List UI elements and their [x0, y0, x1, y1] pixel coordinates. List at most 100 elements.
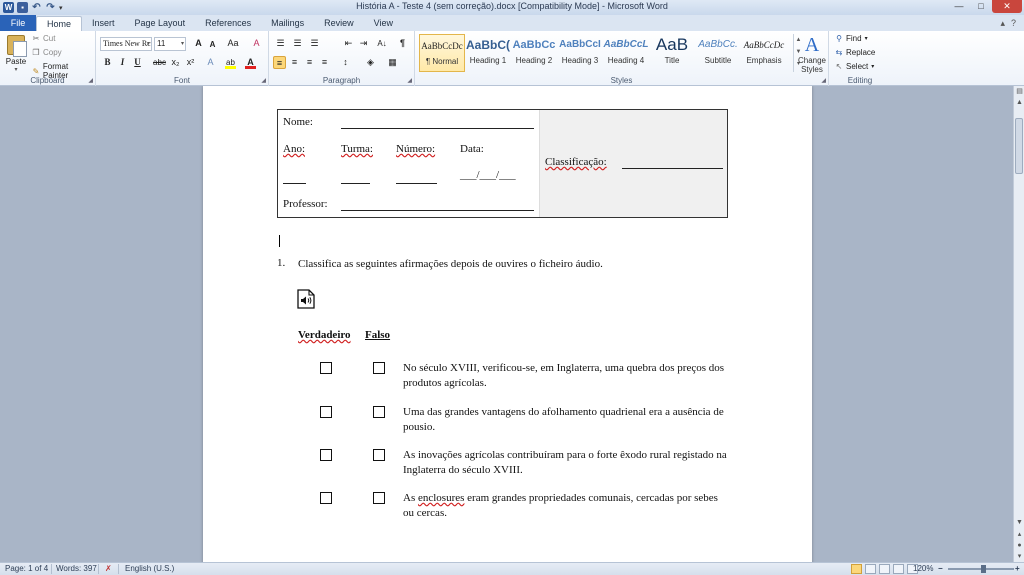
font-size-box[interactable]: 11 ▾ [154, 37, 186, 51]
tab-page-layout[interactable]: Page Layout [125, 16, 196, 31]
scroll-down-arrow[interactable]: ▼ [1014, 517, 1024, 528]
shading-button[interactable]: ◈ [364, 56, 377, 69]
next-page-icon[interactable]: ▾ [1014, 551, 1024, 562]
tab-review[interactable]: Review [314, 16, 364, 31]
style-normal[interactable]: AaBbCcDc ¶ Normal [419, 34, 465, 72]
underline-button[interactable]: U [131, 56, 144, 69]
previous-page-icon[interactable]: ▴ [1014, 529, 1024, 540]
word-app-icon[interactable]: W [3, 2, 14, 13]
checkbox-true-4[interactable] [320, 492, 332, 504]
replace-button[interactable]: ⇆ Replace [835, 48, 876, 57]
customize-qat-icon[interactable]: ▾ [59, 4, 63, 12]
maximize-button[interactable]: □ [970, 0, 992, 13]
style-heading-2[interactable]: AaBbCc Heading 2 [511, 34, 557, 72]
font-size-dropdown-icon[interactable]: ▾ [181, 38, 184, 50]
zoom-level[interactable]: 120% [913, 564, 933, 573]
checkbox-true-1[interactable] [320, 362, 332, 374]
style-emphasis[interactable]: AaBbCcDc Emphasis [741, 34, 787, 72]
change-case-button[interactable]: Aa [224, 37, 242, 50]
checkbox-false-3[interactable] [373, 449, 385, 461]
bullets-button[interactable]: ☰ [274, 37, 287, 50]
justify-button[interactable]: ≡ [318, 56, 331, 69]
italic-button[interactable]: I [116, 56, 129, 69]
font-name-box[interactable]: Times New Rc ▾ [100, 37, 152, 51]
tab-insert[interactable]: Insert [82, 16, 125, 31]
style-title[interactable]: AaB Title [649, 34, 695, 72]
align-right-button[interactable]: ≡ [303, 56, 316, 69]
show-marks-button[interactable]: ¶ [396, 37, 409, 50]
paste-button[interactable]: Paste ▾ [3, 33, 29, 75]
zoom-in-button[interactable]: + [1015, 564, 1020, 573]
full-screen-view-button[interactable] [865, 564, 876, 574]
word-count[interactable]: Words: 397 [56, 564, 97, 573]
checkbox-false-2[interactable] [373, 406, 385, 418]
save-icon[interactable]: ▪ [17, 2, 28, 13]
scrollbar-thumb[interactable] [1015, 118, 1023, 174]
document-page[interactable]: Nome: Ano: Turma: Número: Data: ___/___/… [203, 86, 812, 562]
undo-icon[interactable]: ↶ [31, 2, 42, 13]
zoom-out-button[interactable]: − [938, 564, 943, 573]
cut-button[interactable]: ✂ Cut [32, 34, 56, 43]
highlight-button[interactable]: ab [224, 56, 237, 69]
tab-file[interactable]: File [0, 15, 36, 31]
paragraph-launcher-icon[interactable]: ◢ [407, 77, 412, 84]
checkbox-true-3[interactable] [320, 449, 332, 461]
checkbox-true-2[interactable] [320, 406, 332, 418]
page-count[interactable]: Page: 1 of 4 [5, 564, 48, 573]
minimize-button[interactable]: — [948, 0, 970, 13]
copy-button[interactable]: ❐ Copy [32, 48, 61, 57]
redo-icon[interactable]: ↷ [45, 2, 56, 13]
align-left-button[interactable]: ≡ [273, 56, 286, 69]
grow-font-button[interactable]: A [192, 37, 205, 50]
tab-view[interactable]: View [364, 16, 403, 31]
numbering-button[interactable]: ☰ [291, 37, 304, 50]
ruler-toggle-icon[interactable]: ▤ [1014, 86, 1024, 97]
increase-indent-button[interactable]: ⇥ [357, 37, 370, 50]
vertical-scrollbar[interactable]: ▤ ▲ ▼ ▴ ● ▾ [1013, 86, 1024, 562]
text-effects-button[interactable]: A [204, 56, 217, 69]
find-button[interactable]: ⚲ Find ▾ [835, 34, 868, 43]
font-color-button[interactable]: A [244, 56, 257, 69]
tab-references[interactable]: References [195, 16, 261, 31]
minimize-ribbon-icon[interactable]: ▴ [1000, 16, 1005, 31]
close-button[interactable]: ✕ [992, 0, 1022, 13]
print-layout-view-button[interactable] [851, 564, 862, 574]
font-name-dropdown-icon[interactable]: ▾ [147, 38, 150, 50]
style-heading-1[interactable]: AaBbC( Heading 1 [465, 34, 511, 72]
font-launcher-icon[interactable]: ◢ [261, 77, 266, 84]
checkbox-false-1[interactable] [373, 362, 385, 374]
shrink-font-button[interactable]: A [206, 38, 219, 51]
multilevel-list-button[interactable]: ☰ [308, 37, 321, 50]
select-dropdown-icon[interactable]: ▾ [871, 63, 874, 70]
center-button[interactable]: ≡ [288, 56, 301, 69]
style-subtitle[interactable]: AaBbCc. Subtitle [695, 34, 741, 72]
decrease-indent-button[interactable]: ⇤ [342, 37, 355, 50]
strikethrough-button[interactable]: abc [152, 56, 167, 69]
style-heading-3[interactable]: AaBbCcI Heading 3 [557, 34, 603, 72]
sort-button[interactable]: A↓ [375, 37, 389, 50]
clipboard-launcher-icon[interactable]: ◢ [88, 77, 93, 84]
bold-button[interactable]: B [101, 56, 114, 69]
subscript-button[interactable]: x₂ [169, 56, 182, 69]
borders-button[interactable]: ▦ [386, 56, 399, 69]
zoom-slider-thumb[interactable] [980, 565, 986, 573]
web-layout-view-button[interactable] [879, 564, 890, 574]
styles-launcher-icon[interactable]: ◢ [821, 77, 826, 84]
paste-dropdown-icon[interactable]: ▾ [3, 66, 29, 73]
help-icon[interactable]: ? [1011, 16, 1016, 31]
clear-formatting-button[interactable]: A [250, 37, 263, 50]
style-heading-4[interactable]: AaBbCcL Heading 4 [603, 34, 649, 72]
line-spacing-button[interactable]: ↕ [339, 56, 352, 69]
outline-view-button[interactable] [893, 564, 904, 574]
browse-object-icon[interactable]: ● [1014, 540, 1024, 551]
checkbox-false-4[interactable] [373, 492, 385, 504]
change-styles-button[interactable]: A Change Styles [793, 34, 831, 74]
tab-home[interactable]: Home [36, 16, 83, 31]
select-button[interactable]: ↖ Select ▾ [835, 62, 875, 71]
audio-file-icon[interactable] [297, 289, 315, 309]
proofing-icon[interactable]: ✗ [105, 564, 112, 573]
find-dropdown-icon[interactable]: ▾ [865, 35, 868, 42]
tab-mailings[interactable]: Mailings [261, 16, 314, 31]
language-indicator[interactable]: English (U.S.) [125, 564, 174, 573]
superscript-button[interactable]: x² [184, 56, 197, 69]
